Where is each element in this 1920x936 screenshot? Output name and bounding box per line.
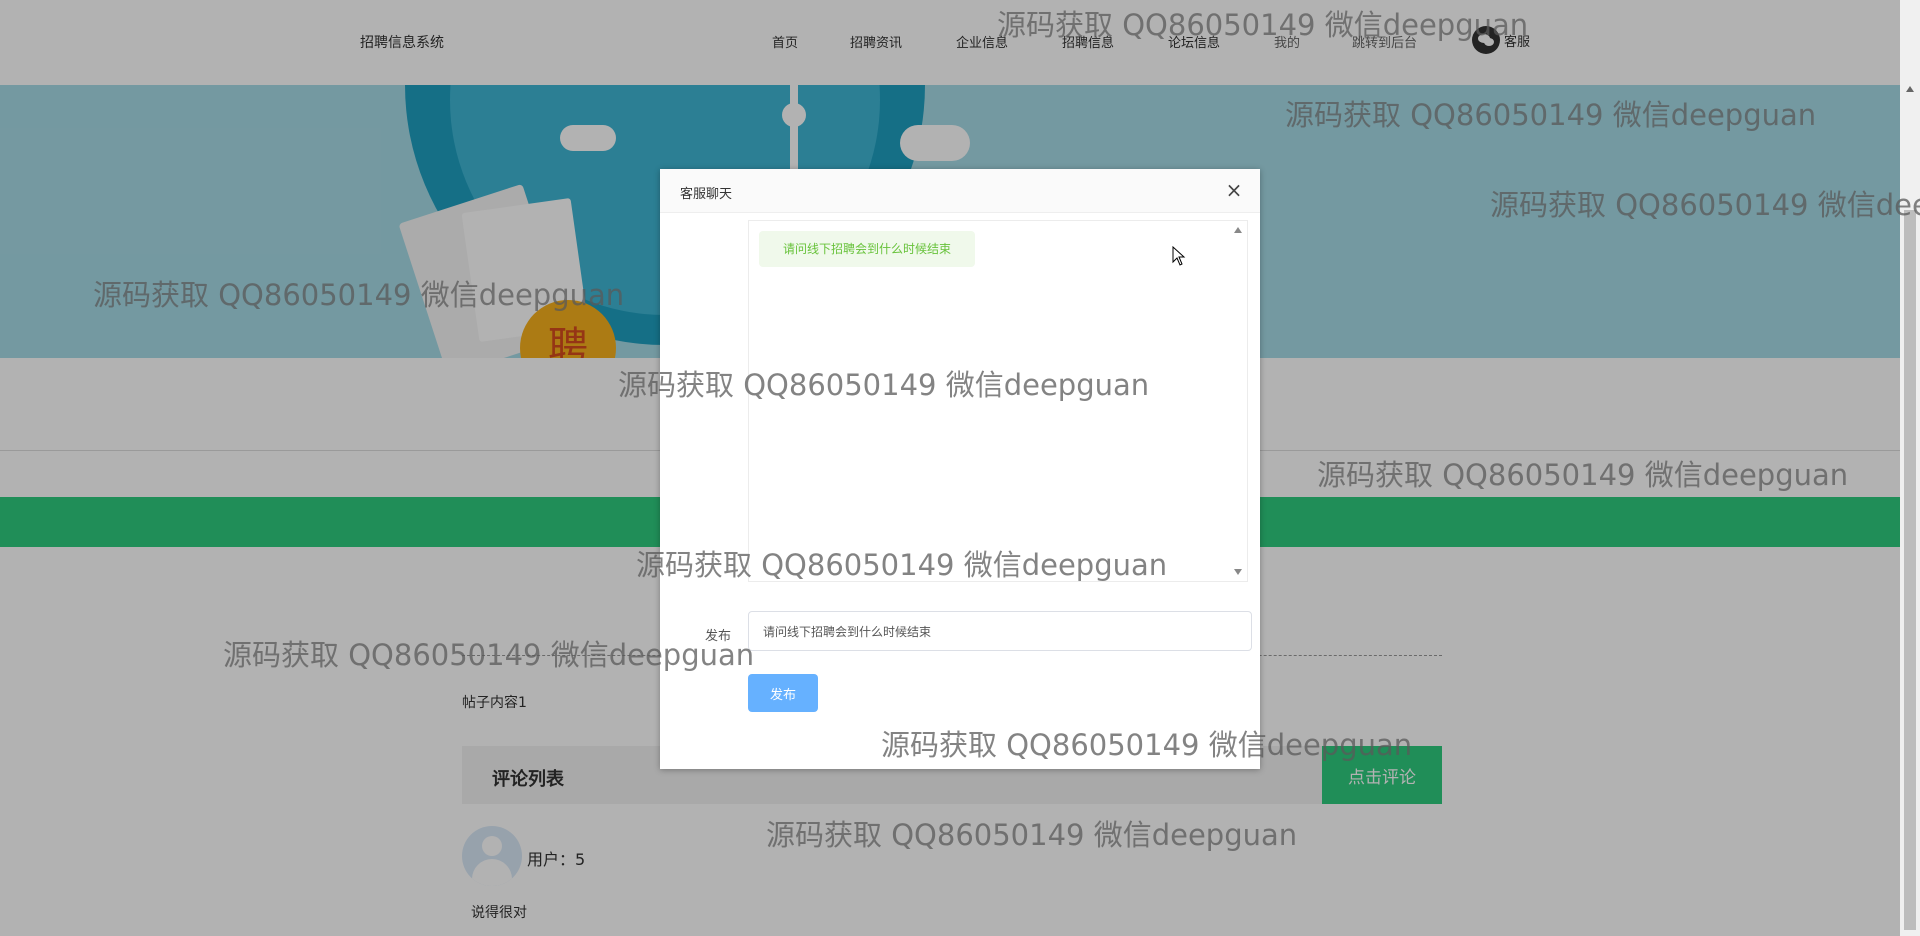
message-input[interactable] [748,611,1252,651]
scroll-up-arrow-icon[interactable] [1906,86,1914,92]
chat-message: 请问线下招聘会到什么时候结束 [759,231,976,267]
publish-button[interactable]: 发布 [748,674,818,712]
dialog-header: 客服聊天 × [660,169,1260,213]
dialog-title: 客服聊天 [680,187,733,202]
customer-service-chat-dialog: 客服聊天 × 请问线下招聘会到什么时候结束 发布 发布 [660,169,1260,769]
chat-message-area[interactable]: 请问线下招聘会到什么时候结束 [748,220,1248,582]
page-scrollbar[interactable] [1900,0,1920,936]
scroll-up-arrow-icon[interactable] [1234,227,1242,233]
publish-label: 发布 [705,629,732,644]
scrollbar-thumb[interactable] [1904,210,1916,930]
chat-scrollbar[interactable] [1229,221,1247,581]
close-icon[interactable]: × [1222,179,1246,203]
mouse-cursor-icon [1172,245,1186,270]
scroll-down-arrow-icon[interactable] [1234,569,1242,575]
